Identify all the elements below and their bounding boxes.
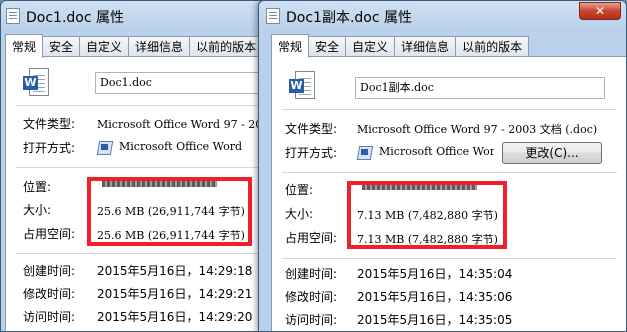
tab-security[interactable]: 安全 <box>308 36 347 56</box>
file-type-label: 文件类型: <box>23 117 76 131</box>
tab-strip: 常规 安全 自定义 详细信息 以前的版本 <box>271 33 530 58</box>
modified-label: 修改时间: <box>285 290 338 304</box>
accessed-value: 2015年5月16日，14:35:05 <box>357 313 513 327</box>
tab-previous-versions[interactable]: 以前的版本 <box>189 36 264 56</box>
divider <box>16 253 262 254</box>
filename-field[interactable]: Doc1.doc <box>95 72 267 94</box>
word-document-icon: W <box>23 68 49 98</box>
created-label: 创建时间: <box>285 267 338 281</box>
document-icon <box>266 8 280 24</box>
modified-value: 2015年5月16日，14:29:21 <box>97 287 253 301</box>
accessed-value: 2015年5月16日，14:29:20 <box>97 310 253 324</box>
divider <box>16 167 262 168</box>
divider <box>282 258 617 259</box>
close-icon: ✕ <box>594 4 606 18</box>
created-value: 2015年5月16日，14:29:18 <box>97 264 253 278</box>
modified-value: 2015年5月16日，14:35:06 <box>357 290 513 304</box>
disk-size-label: 占用空间: <box>285 231 338 245</box>
divider <box>282 109 617 110</box>
file-type-label: 文件类型: <box>285 122 338 136</box>
size-label: 大小: <box>23 203 52 217</box>
close-button[interactable]: ✕ <box>579 2 621 20</box>
divider <box>16 105 262 106</box>
window-title: Doc1副本.doc 属性 <box>286 10 412 26</box>
filename-field[interactable]: Doc1副本.doc <box>355 77 605 99</box>
tab-previous-versions[interactable]: 以前的版本 <box>455 36 530 56</box>
tab-details[interactable]: 详细信息 <box>128 36 191 56</box>
location-label: 位置: <box>285 183 314 197</box>
created-label: 创建时间: <box>23 264 76 278</box>
word-app-icon <box>357 144 373 160</box>
tab-strip: 常规 安全 自定义 详细信息 以前的版本 <box>5 33 264 58</box>
tab-custom[interactable]: 自定义 <box>79 36 130 56</box>
accessed-label: 访问时间: <box>285 313 338 327</box>
tab-general[interactable]: 常规 <box>5 34 44 58</box>
word-app-icon <box>97 139 113 155</box>
tab-custom[interactable]: 自定义 <box>345 36 396 56</box>
open-with-value: Microsoft Office Word <box>119 140 243 153</box>
open-with-label: 打开方式: <box>23 141 76 155</box>
file-type-value: Microsoft Office Word 97 - 2003 文档 (.doc… <box>97 118 267 131</box>
modified-label: 修改时间: <box>23 287 76 301</box>
file-type-value: Microsoft Office Word 97 - 2003 文档 (.doc… <box>357 123 598 136</box>
location-label: 位置: <box>23 180 52 194</box>
window-title: Doc1.doc 属性 <box>26 10 124 26</box>
title-bar[interactable]: Doc1.doc 属性 <box>1 1 267 31</box>
size-highlight-box <box>347 181 507 249</box>
accessed-label: 访问时间: <box>23 310 76 324</box>
tab-security[interactable]: 安全 <box>42 36 81 56</box>
title-bar[interactable]: Doc1副本.doc 属性 ✕ <box>259 1 626 31</box>
disk-size-label: 占用空间: <box>23 227 76 241</box>
properties-window-doc1-copy: Doc1副本.doc 属性 ✕ 常规 安全 自定义 详细信息 以前的版本 W Doc1副… <box>258 0 627 332</box>
tab-general[interactable]: 常规 <box>271 34 310 58</box>
created-value: 2015年5月16日，14:35:04 <box>357 267 513 281</box>
open-with-label: 打开方式: <box>285 146 338 160</box>
size-highlight-box <box>87 177 252 246</box>
properties-window-doc1: Doc1.doc 属性 常规 安全 自定义 详细信息 以前的版本 W Doc1.doc … <box>0 0 268 332</box>
document-icon <box>6 8 20 24</box>
size-label: 大小: <box>285 207 314 221</box>
tab-details[interactable]: 详细信息 <box>394 36 457 56</box>
open-with-value: Microsoft Office Word <box>379 145 494 158</box>
divider <box>282 172 617 173</box>
word-document-icon: W <box>289 71 315 101</box>
change-button[interactable]: 更改(C)... <box>502 142 602 164</box>
